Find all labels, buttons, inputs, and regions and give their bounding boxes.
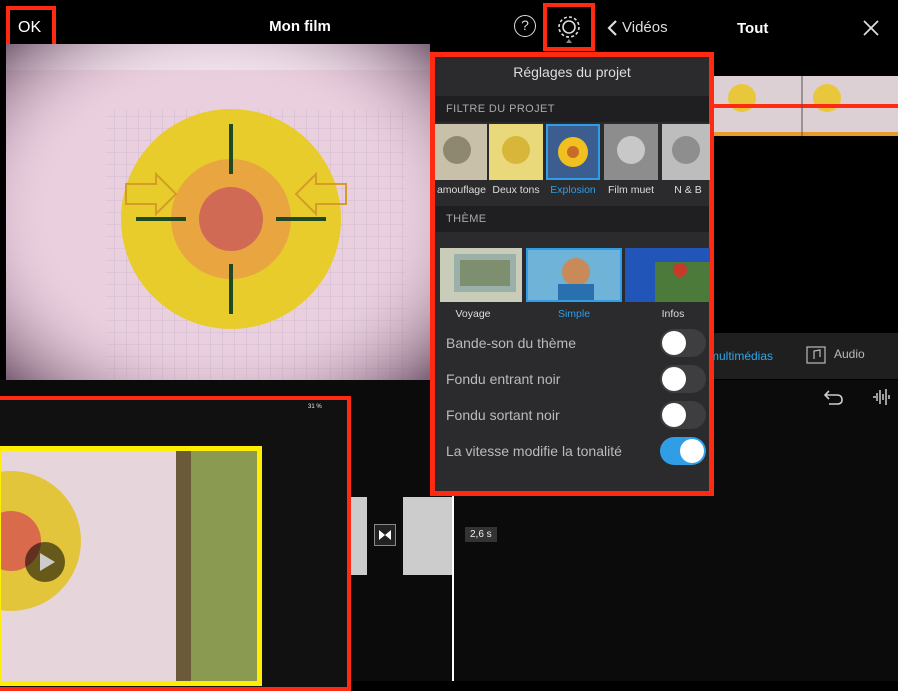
popover-title: Réglages du projet — [513, 64, 631, 80]
music-note-icon — [806, 346, 826, 364]
project-settings-button[interactable] — [543, 3, 595, 51]
filter-label: N & B — [674, 184, 702, 196]
theme-label: Voyage — [455, 308, 491, 320]
tab-audio[interactable]: Audio — [806, 346, 865, 364]
fade-out-label: Fondu sortant noir — [446, 407, 560, 423]
filter-label: Deux tons — [492, 184, 540, 196]
toggle-knob — [662, 367, 686, 391]
theme-music-label: Bande-son du thème — [446, 335, 576, 351]
filter-preview-image — [548, 126, 598, 178]
filter-preview-image — [662, 124, 710, 180]
back-label: Vidéos — [622, 19, 668, 36]
filter-label: amouflage — [436, 184, 486, 196]
theme-preview-image — [528, 250, 620, 300]
speed-pitch-toggle[interactable] — [660, 437, 706, 465]
play-button[interactable] — [25, 542, 65, 582]
filter-thumbnail-explosion[interactable] — [546, 124, 600, 180]
theme-music-toggle[interactable] — [660, 329, 706, 357]
theme-section-heading: THÈME — [446, 213, 487, 225]
filter-label: Film muet — [607, 184, 655, 196]
project-title: Mon film — [269, 18, 331, 35]
speed-pitch-label: La vitesse modifie la tonalité — [446, 443, 622, 459]
close-icon — [863, 20, 879, 36]
help-button[interactable]: ? — [514, 15, 536, 37]
theme-thumbnail-voyage[interactable] — [440, 248, 522, 302]
transition-icon — [379, 530, 391, 540]
timeline-clip[interactable] — [349, 497, 367, 575]
theme-label: Simple — [557, 308, 591, 320]
tab-audio-label: Audio — [834, 347, 865, 362]
filter-preview-image — [489, 124, 543, 180]
gear-icon — [558, 16, 580, 43]
media-clip-strip[interactable] — [712, 76, 898, 136]
timeline-clip[interactable] — [403, 497, 453, 575]
filter-section-heading: FILTRE DU PROJET — [446, 103, 555, 115]
theme-preview-image — [625, 248, 710, 302]
toggle-knob — [662, 403, 686, 427]
media-filter-title: Tout — [737, 20, 769, 37]
tab-multimedia[interactable]: multimédias — [709, 349, 773, 363]
undo-button[interactable] — [823, 387, 845, 412]
ok-button[interactable]: OK — [6, 6, 56, 49]
preview-frame-image — [6, 44, 430, 380]
filter-label: Explosion — [550, 184, 596, 196]
toggle-knob — [680, 439, 704, 463]
chevron-left-icon — [607, 20, 617, 36]
filter-thumbnail-n-b[interactable] — [662, 124, 710, 180]
theme-thumbnail-simple[interactable] — [526, 248, 622, 302]
filter-thumbnail-deux-tons[interactable] — [489, 124, 543, 180]
back-to-videos-button[interactable]: Vidéos — [606, 19, 668, 37]
waveform-icon — [873, 389, 890, 405]
play-icon — [40, 553, 55, 571]
audio-waveform-button[interactable] — [872, 387, 892, 412]
fade-in-toggle[interactable] — [660, 365, 706, 393]
filter-preview-image — [435, 124, 487, 180]
undo-icon — [823, 390, 843, 405]
theme-label: Infos — [661, 308, 685, 320]
transition-button[interactable] — [374, 524, 396, 546]
toggle-knob — [662, 331, 686, 355]
media-thumbnails — [712, 76, 898, 136]
inset-battery-status: 31 % — [308, 404, 322, 410]
video-preview[interactable] — [6, 44, 430, 380]
filter-preview-image — [604, 124, 658, 180]
fade-in-label: Fondu entrant noir — [446, 371, 561, 387]
filter-thumbnail-camouflage[interactable] — [435, 124, 487, 180]
filter-thumbnail-film-muet[interactable] — [604, 124, 658, 180]
close-button[interactable] — [862, 19, 880, 42]
theme-thumbnail-infos[interactable] — [625, 248, 710, 302]
fade-out-toggle[interactable] — [660, 401, 706, 429]
theme-preview-image — [440, 248, 522, 302]
clip-duration-label: 2,6 s — [465, 527, 497, 542]
